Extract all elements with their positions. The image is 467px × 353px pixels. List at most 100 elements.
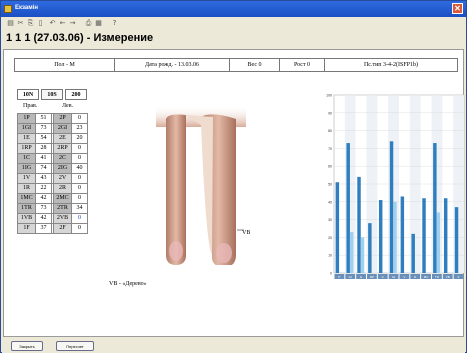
left-point-label: 2F — [53, 223, 72, 234]
freq-10s[interactable]: 10S — [41, 89, 63, 100]
left-point-value[interactable]: 23 — [71, 123, 88, 134]
bar — [368, 223, 372, 273]
left-point-label: 2GI — [53, 123, 72, 134]
table-row: 1VB 42 2VB 0 — [17, 213, 88, 224]
bar — [393, 201, 397, 273]
table-row: 1P 51 2P 0 — [17, 113, 88, 124]
right-point-label: 1C — [17, 153, 36, 164]
left-side-header: Лев. — [62, 103, 74, 109]
table-row: 1E 54 2E 20 — [17, 133, 88, 144]
left-point-value[interactable]: 0 — [71, 153, 88, 164]
right-arrow-icon[interactable]: → — [68, 19, 77, 28]
print-icon[interactable]: ⎙ — [84, 19, 93, 28]
right-point-value[interactable]: 73 — [35, 123, 52, 134]
left-point-value[interactable]: 0 — [71, 223, 88, 234]
undo-icon[interactable]: ↶ — [48, 19, 57, 28]
paste-icon[interactable]: ▯ — [36, 19, 45, 28]
x-tick-label: E — [360, 275, 362, 279]
y-tick-label: 0 — [330, 272, 332, 276]
left-point-label: 2C — [53, 153, 72, 164]
right-point-value[interactable]: 37 — [35, 223, 52, 234]
left-point-value[interactable]: 0 — [71, 213, 88, 224]
patient-height: Рост 0 — [280, 59, 325, 71]
open-icon[interactable]: ▤ — [6, 19, 15, 28]
x-tick-label: MC — [424, 275, 429, 279]
right-point-value[interactable]: 43 — [35, 173, 52, 184]
x-tick-label: P — [338, 275, 340, 279]
table-row: 1MC 42 2MC 0 — [17, 193, 88, 204]
freq-200[interactable]: 200 — [65, 89, 87, 100]
left-point-label: 2VB — [53, 213, 72, 224]
right-point-label: 1MC — [17, 193, 36, 204]
freq-10n[interactable]: 10N — [17, 89, 39, 100]
right-point-value[interactable]: 42 — [35, 213, 52, 224]
bar — [422, 198, 426, 273]
right-point-value[interactable]: 28 — [35, 143, 52, 154]
right-point-value[interactable]: 22 — [35, 183, 52, 194]
left-point-value[interactable]: 0 — [71, 113, 88, 124]
right-point-value[interactable]: 51 — [35, 113, 52, 124]
right-point-label: 1RP — [17, 143, 36, 154]
bar — [389, 141, 394, 273]
window-title: Екзамін — [15, 5, 38, 11]
cut-icon[interactable]: ✂ — [16, 19, 25, 28]
close-icon[interactable]: ✕ — [452, 3, 463, 14]
element-caption: VB - «Дерево» — [109, 281, 147, 287]
right-point-label: 1R — [17, 183, 36, 194]
x-tick-label: V — [403, 275, 405, 279]
right-point-label: 1P — [17, 113, 36, 124]
left-point-value[interactable]: 20 — [71, 133, 88, 144]
patient-birthdate: Дата рожд. - 13.03.06 — [115, 59, 230, 71]
right-point-label: 1IG — [17, 163, 36, 174]
table-row: 1RP 28 2RP 0 — [17, 143, 88, 154]
title-bar[interactable]: Екзамін ✕ — [1, 1, 466, 17]
table-row: 1GI 73 2GI 23 — [17, 123, 88, 134]
y-tick-label: 70 — [328, 147, 332, 151]
left-point-value[interactable]: 0 — [71, 143, 88, 154]
right-point-value[interactable]: 54 — [35, 133, 52, 144]
measurement-table: 1P 51 2P 0 1GI 73 2GI 23 1E 54 2E 20 1RP 28 2RP 0 1C 41 2C… — [17, 113, 88, 234]
bar — [346, 143, 350, 273]
x-tick-label: RP — [370, 275, 374, 279]
bar — [436, 212, 441, 273]
table-row: 1R 22 2R 0 — [17, 183, 88, 194]
close-button[interactable]: Закрыть — [11, 341, 43, 351]
left-point-value[interactable]: 0 — [71, 183, 88, 194]
app-icon — [4, 5, 12, 13]
bar — [335, 182, 340, 273]
x-tick-label: GI — [349, 275, 352, 279]
y-tick-label: 40 — [328, 200, 332, 204]
x-tick-label: VB — [446, 275, 450, 279]
right-point-label: 1E — [17, 133, 36, 144]
fingers-image — [156, 105, 246, 265]
x-tick-label: F — [458, 275, 460, 279]
left-point-value[interactable]: 34 — [71, 203, 88, 214]
page-title: 1 1 1 (27.03.06) - Измерение — [6, 32, 154, 44]
right-point-value[interactable]: 74 — [35, 163, 52, 174]
right-point-value[interactable]: 41 — [35, 153, 52, 164]
left-point-value[interactable]: 40 — [71, 163, 88, 174]
copy-icon[interactable]: ⎘ — [26, 19, 35, 28]
left-point-value[interactable]: 0 — [71, 193, 88, 204]
bar — [411, 233, 415, 273]
app-window: Екзамін ✕ ▤ ✂ ⎘ ▯ ↶ ← → ⎙ ▦? 1 1 1 (27.03.06) - … — [0, 0, 467, 353]
left-point-label: 2TR — [53, 203, 72, 214]
meridian-bar-chart: 1009080706050403020100P GI E RP C IG V R MC TR VB F — [326, 94, 465, 279]
chart-icon[interactable]: ▦ — [94, 19, 103, 28]
y-tick-label: 90 — [328, 111, 332, 115]
help-icon[interactable]: ? — [110, 19, 119, 28]
right-point-value[interactable]: 73 — [35, 203, 52, 214]
left-point-value[interactable]: 0 — [71, 173, 88, 184]
bar — [443, 198, 448, 273]
bar — [454, 207, 459, 273]
left-point-label: 2V — [53, 173, 72, 184]
bar — [349, 232, 354, 273]
bar — [400, 196, 405, 273]
right-point-value[interactable]: 42 — [35, 193, 52, 204]
right-point-label: 1F — [17, 223, 36, 234]
bar — [357, 176, 361, 273]
y-tick-label: 60 — [328, 165, 332, 169]
left-point-label: 2MC — [53, 193, 72, 204]
left-arrow-icon[interactable]: ← — [58, 19, 67, 28]
recalc-button[interactable]: Пересчет — [56, 341, 94, 351]
